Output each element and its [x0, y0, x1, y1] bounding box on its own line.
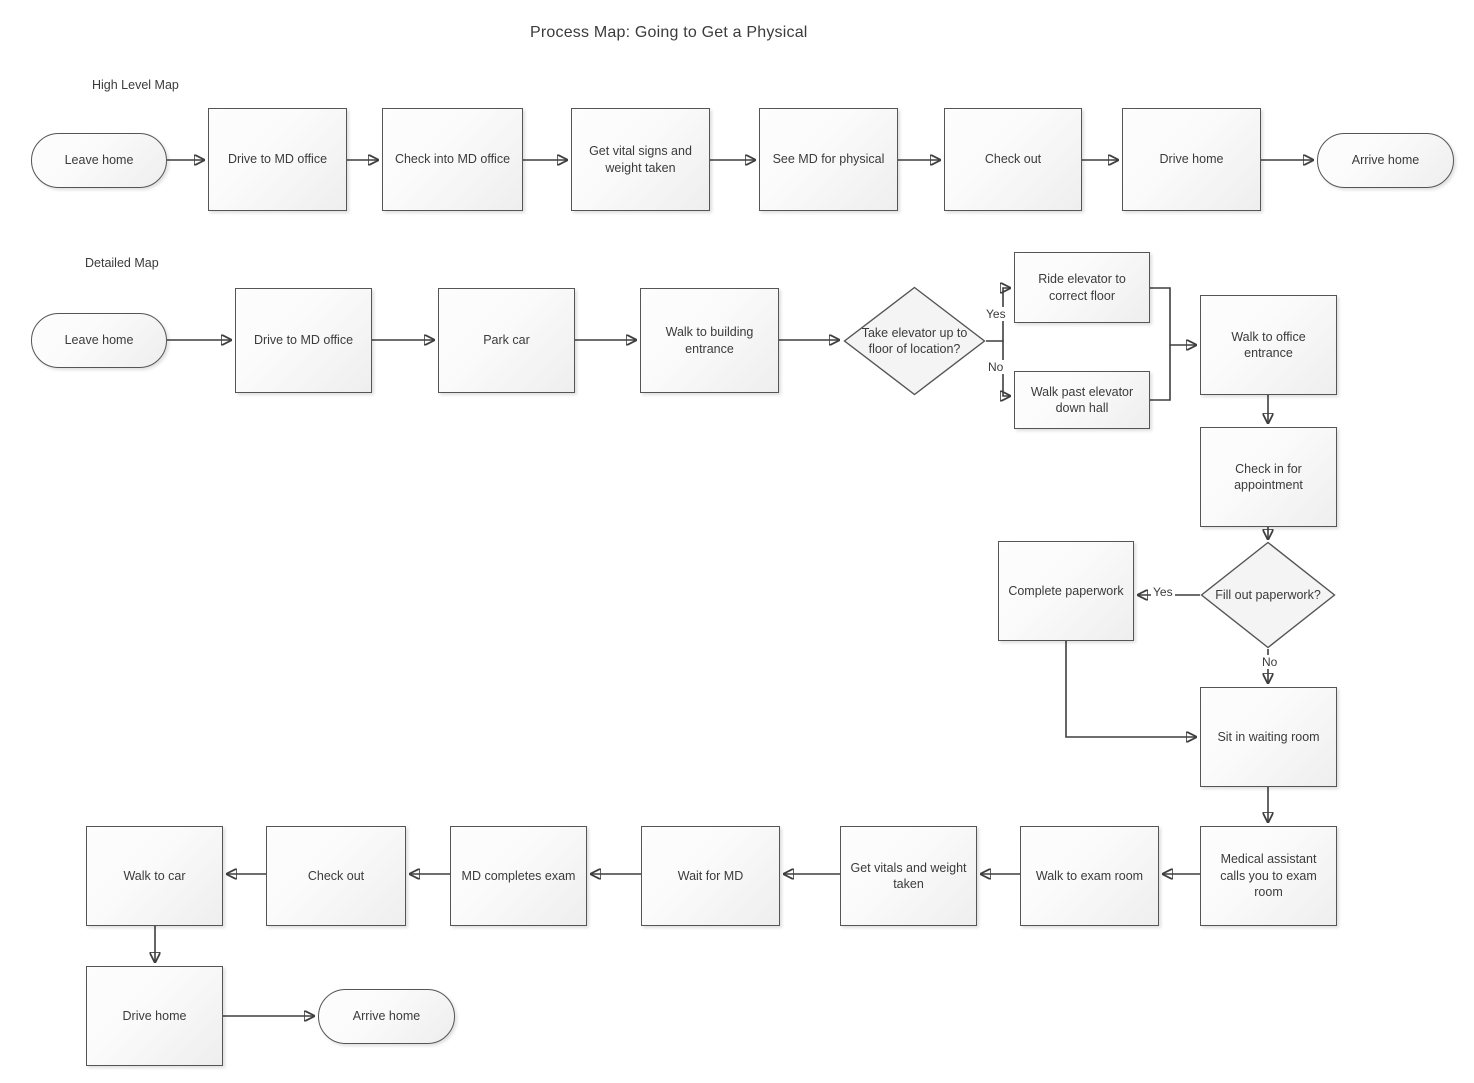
node-label: Check out: [984, 152, 1042, 167]
node-label: Arrive home: [352, 1009, 421, 1024]
node-label: Ride elevator to correct floor: [1038, 272, 1126, 303]
node-hl-check-out[interactable]: Check out: [944, 108, 1082, 211]
node-d-walk-to-car[interactable]: Walk to car: [86, 826, 223, 926]
node-label: Leave home: [64, 153, 134, 168]
node-label: Arrive home: [1351, 153, 1420, 168]
node-label: Check in for appointment: [1234, 461, 1303, 493]
node-d-drive-home[interactable]: Drive home: [86, 966, 223, 1066]
node-label: Walk past elevator down hall: [1030, 384, 1134, 416]
node-d-md-completes-exam[interactable]: MD completes exam: [450, 826, 587, 926]
node-d-complete-paperwork[interactable]: Complete paperwork: [998, 541, 1134, 641]
edge-label-elevator-no: No: [986, 360, 1006, 374]
node-d-check-in-for-appointment[interactable]: Check in for appointment: [1200, 427, 1337, 527]
node-d-arrive-home[interactable]: Arrive home: [318, 989, 455, 1044]
node-d-wait-for-md[interactable]: Wait for MD: [641, 826, 780, 926]
node-label: Walk to office entrance: [1231, 329, 1306, 361]
node-label: Check out: [307, 868, 365, 883]
node-d-leave-home[interactable]: Leave home: [31, 313, 167, 368]
edge-label-paperwork-yes: Yes: [1151, 585, 1175, 599]
node-label: Wait for MD: [677, 868, 744, 883]
node-hl-arrive-home[interactable]: Arrive home: [1317, 133, 1454, 188]
node-label: Drive home: [122, 1008, 187, 1023]
edge-label-elevator-yes: Yes: [984, 307, 1008, 321]
node-label: Sit in waiting room: [1217, 729, 1320, 744]
node-d-walk-to-office-entrance[interactable]: Walk to office entrance: [1200, 295, 1337, 395]
page-title: Process Map: Going to Get a Physical: [530, 24, 808, 41]
node-label: Drive home: [1159, 152, 1224, 167]
node-label: Get vitals and weight taken: [850, 860, 967, 892]
process-map-canvas: Process Map: Going to Get a Physical Hig…: [0, 0, 1474, 1083]
node-label: Walk to building entrance: [665, 325, 754, 356]
node-label: Get vital signs and weight taken: [589, 144, 692, 175]
node-d-sit-in-waiting-room[interactable]: Sit in waiting room: [1200, 687, 1337, 787]
node-label: Park car: [483, 333, 530, 348]
node-label: Complete paperwork: [1008, 583, 1124, 598]
high-level-map-label: High Level Map: [92, 78, 179, 92]
node-d-walk-to-building-entrance[interactable]: Walk to building entrance: [640, 288, 779, 393]
node-label: See MD for physical: [772, 152, 885, 167]
node-d-get-vitals-and-weight[interactable]: Get vitals and weight taken: [840, 826, 977, 926]
node-hl-drive-to-md-office[interactable]: Drive to MD office: [208, 108, 347, 211]
node-label: Fill out paperwork?: [1215, 587, 1321, 602]
node-label: Walk to exam room: [1035, 868, 1144, 883]
node-label: Drive to MD office: [227, 152, 328, 167]
node-hl-leave-home[interactable]: Leave home: [31, 133, 167, 188]
node-label: MD completes exam: [461, 868, 576, 883]
node-d-check-out[interactable]: Check out: [266, 826, 406, 926]
node-label: Take elevator up to floor of location?: [861, 325, 968, 356]
node-d-walk-to-exam-room[interactable]: Walk to exam room: [1020, 826, 1159, 926]
node-d-medical-assistant-calls[interactable]: Medical assistant calls you to exam room: [1200, 826, 1337, 926]
node-label: Drive to MD office: [253, 333, 354, 348]
node-label: Medical assistant calls you to exam room: [1220, 852, 1317, 900]
node-hl-drive-home[interactable]: Drive home: [1122, 108, 1261, 211]
detailed-map-label: Detailed Map: [85, 256, 159, 270]
node-d-ride-elevator[interactable]: Ride elevator to correct floor: [1014, 252, 1150, 323]
node-d-walk-past-elevator[interactable]: Walk past elevator down hall: [1014, 371, 1150, 429]
node-d-drive-to-md-office[interactable]: Drive to MD office: [235, 288, 372, 393]
node-label: Leave home: [64, 333, 134, 348]
edge-label-paperwork-no: No: [1260, 655, 1280, 669]
node-hl-get-vital-signs[interactable]: Get vital signs and weight taken: [571, 108, 710, 211]
node-hl-check-into-md-office[interactable]: Check into MD office: [382, 108, 523, 211]
node-label: Walk to car: [123, 868, 186, 883]
node-hl-see-md-for-physical[interactable]: See MD for physical: [759, 108, 898, 211]
node-d-fill-out-paperwork-decision[interactable]: Fill out paperwork?: [1200, 541, 1336, 649]
node-d-take-elevator-decision[interactable]: Take elevator up to floor of location?: [843, 286, 986, 396]
node-d-park-car[interactable]: Park car: [438, 288, 575, 393]
node-label: Check into MD office: [394, 152, 511, 167]
